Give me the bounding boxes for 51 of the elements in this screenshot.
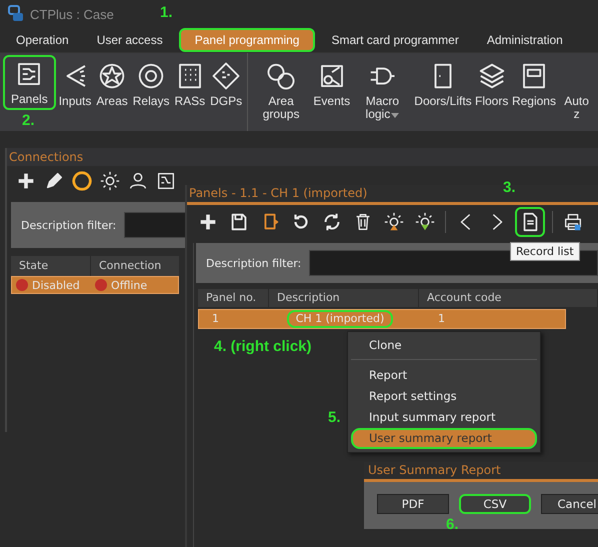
dialog-button[interactable]: PDF bbox=[377, 494, 449, 514]
menu-item[interactable]: User summary report bbox=[351, 428, 537, 449]
column-header[interactable]: Panel no. bbox=[198, 289, 269, 307]
step-label: 5. bbox=[328, 410, 341, 425]
dialog-button[interactable]: Cancel bbox=[541, 494, 598, 514]
filter-label: Description filter: bbox=[21, 218, 116, 232]
table-cell-text: 1 bbox=[211, 311, 220, 327]
ribbon-button[interactable]: Macro logic bbox=[352, 55, 412, 127]
table-cell-text: 1 bbox=[437, 311, 446, 327]
step-label: 6. bbox=[446, 517, 459, 532]
chip-icon bbox=[211, 61, 242, 91]
ribbon-button[interactable]: Floors bbox=[474, 55, 510, 114]
dialog-title: User Summary Report bbox=[364, 462, 598, 482]
menu-item[interactable]: Input summary report bbox=[351, 407, 537, 428]
ribbon-button[interactable]: Areas bbox=[94, 55, 130, 114]
step-label: 2. bbox=[22, 113, 35, 128]
ribbon-button[interactable]: DGPs bbox=[208, 55, 244, 114]
ribbon-button[interactable]: Doors/Lifts bbox=[413, 55, 473, 114]
ribbon-button[interactable]: RASs bbox=[172, 55, 208, 114]
ribbon-button[interactable]: Auto z bbox=[558, 55, 595, 127]
menu-item[interactable]: Report settings bbox=[351, 386, 537, 407]
menu-tab[interactable]: User access bbox=[84, 28, 175, 52]
table-cell: CH 1 (imported) bbox=[286, 310, 394, 328]
menu-item[interactable]: Clone bbox=[351, 335, 537, 356]
ribbon-button[interactable]: Inputs bbox=[56, 55, 94, 114]
window-title: CTPlus : Case bbox=[30, 6, 114, 22]
column-header[interactable]: Description bbox=[269, 289, 419, 307]
diagram-icon bbox=[155, 170, 177, 192]
column-header[interactable]: Account code bbox=[419, 289, 598, 307]
menu-tab[interactable]: Smart card programmer bbox=[319, 28, 471, 52]
toolbar-button[interactable] bbox=[515, 207, 545, 237]
step-label: 1. bbox=[160, 5, 173, 20]
filter-label: Description filter: bbox=[206, 256, 302, 270]
tooltip: Record list bbox=[510, 242, 580, 261]
menu-item[interactable]: Report bbox=[351, 365, 537, 386]
step-label: 4. (right click) bbox=[214, 339, 312, 354]
app-logo-icon bbox=[8, 5, 24, 23]
ribbon-button[interactable]: Regions bbox=[510, 55, 558, 114]
menu-tab[interactable]: Administration bbox=[474, 28, 575, 52]
ribbon-button[interactable]: Panels bbox=[3, 55, 56, 110]
printer-icon bbox=[562, 211, 584, 233]
table-cell: Offline bbox=[111, 278, 148, 292]
window-title: Connections bbox=[7, 148, 598, 166]
ribbon-button[interactable]: Area groups bbox=[251, 55, 312, 127]
ribbon-button[interactable]: Events bbox=[312, 55, 352, 114]
step-label: 3. bbox=[503, 180, 516, 195]
ribbon-button[interactable]: Relays bbox=[130, 55, 172, 114]
menu-tab[interactable]: Operation bbox=[4, 28, 81, 52]
dialog-button[interactable]: CSV bbox=[459, 494, 531, 514]
table-cell: Disabled bbox=[32, 278, 80, 292]
column-header[interactable]: Connection bbox=[91, 256, 170, 276]
